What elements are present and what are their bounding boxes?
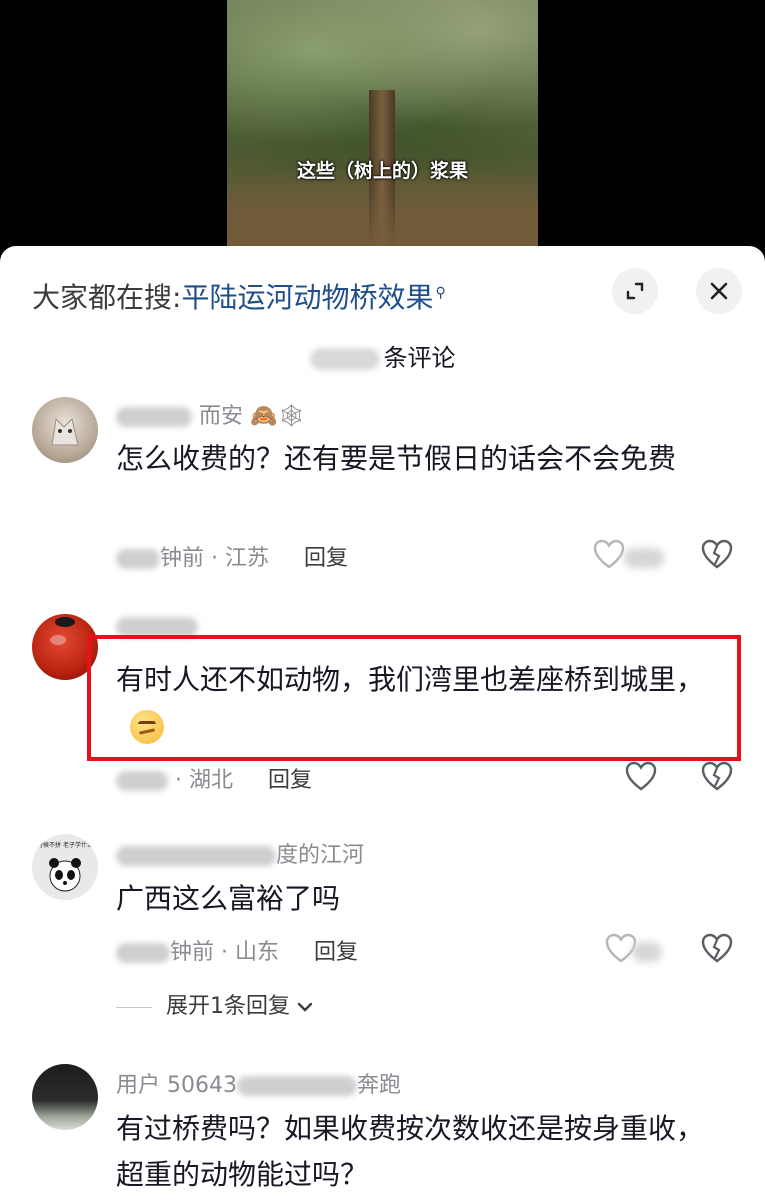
blurred-time (116, 771, 168, 791)
username[interactable]: 而安 🙈🕸 (116, 398, 305, 430)
trending-search-prefix: 大家都在搜: (32, 281, 182, 314)
broken-heart-icon[interactable] (700, 760, 734, 792)
reply-button[interactable]: 回复 (304, 546, 348, 571)
comment-meta: 钟前 · 山东 回复 (116, 934, 358, 966)
close-icon (710, 282, 728, 300)
wolf-avatar-image (51, 417, 79, 446)
heart-icon[interactable] (624, 760, 658, 792)
divider (116, 1006, 152, 1008)
comment-count-label: 条评论 (383, 344, 456, 372)
blurred-time (116, 549, 160, 569)
comment-text: 怎么收费的？还有要是节假日的话会不会免费 (116, 442, 677, 475)
broken-heart-icon[interactable] (700, 932, 734, 964)
avatar-caption: 年轻的时候不拼 老子学什么哪替我 (32, 841, 98, 849)
reply-button[interactable]: 回复 (268, 768, 312, 793)
avatar[interactable] (32, 1064, 98, 1130)
avatar[interactable]: 年轻的时候不拼 老子学什么哪替我 (32, 834, 98, 900)
comment-text: 广西这么富裕了吗 (116, 882, 341, 915)
video-caption: 这些（树上的）浆果 (296, 160, 468, 182)
username[interactable]: 度的江河 (116, 837, 364, 869)
highlight-annotation-box (87, 635, 741, 761)
close-button[interactable] (696, 268, 742, 314)
trending-search[interactable]: 大家都在搜:平陆运河动物桥效果 ⚲ (32, 276, 446, 316)
blurred-time (116, 943, 170, 963)
blurred-username (116, 407, 192, 427)
comment-sheet: 大家都在搜:平陆运河动物桥效果 ⚲ 条评论 而安 🙈🕸 怎么收费的？还有要是节假日… (0, 246, 765, 1200)
search-icon: ⚲ (435, 284, 446, 301)
heart-icon[interactable] (592, 538, 626, 570)
blurred-username (236, 1076, 357, 1096)
comment-text: 有过桥费吗？如果收费按次数收还是按身重收，超重的动物能过吗？ (116, 1112, 705, 1191)
expand-icon (626, 282, 644, 300)
expand-button[interactable] (612, 268, 658, 314)
chevron-down-icon (297, 1002, 313, 1012)
username[interactable]: 用户 50643 奔跑 (116, 1067, 401, 1099)
blurred-like-count (624, 548, 664, 568)
expand-replies-button[interactable]: 展开1条回复 (116, 988, 313, 1020)
blurred-count (309, 348, 380, 370)
blurred-username (116, 617, 198, 637)
comment-meta: · 湖北 回复 (116, 762, 312, 794)
blurred-username (116, 846, 276, 866)
avatar[interactable] (32, 397, 98, 463)
panda-avatar-image: 年轻的时候不拼 老子学什么哪替我 (32, 841, 98, 892)
reply-button[interactable]: 回复 (314, 940, 358, 965)
comment-meta: 钟前 · 江苏 回复 (116, 540, 348, 572)
trending-search-term[interactable]: 平陆运河动物桥效果 (181, 281, 433, 314)
comment-count: 条评论 (0, 338, 765, 373)
video-player[interactable]: 这些（树上的）浆果 (227, 0, 538, 252)
blurred-like-count (632, 942, 662, 962)
broken-heart-icon[interactable] (700, 538, 734, 570)
forest-ground (227, 172, 538, 252)
username-emoji: 🙈🕸 (250, 404, 306, 429)
